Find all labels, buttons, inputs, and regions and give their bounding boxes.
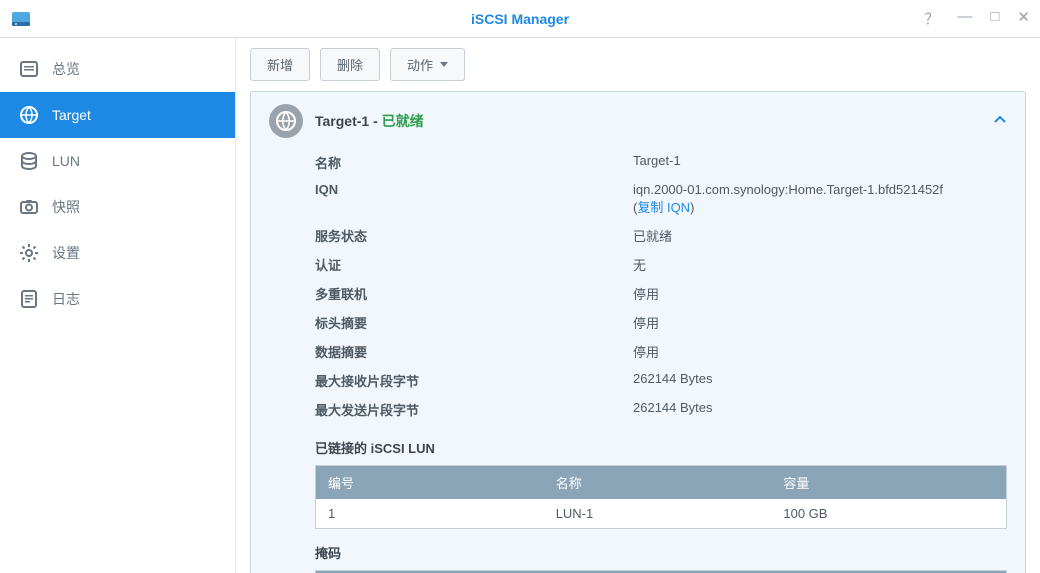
help-icon[interactable]: ？ [924, 8, 939, 29]
delete-button[interactable]: 删除 [320, 48, 380, 81]
field-label: 最大发送片段字节 [315, 400, 633, 419]
field-label: 认证 [315, 255, 633, 274]
cell: LUN-1 [544, 499, 772, 528]
col-header: 编号 [316, 466, 544, 499]
field-value: 262144 Bytes [633, 400, 1007, 419]
field-label: 数据摘要 [315, 342, 633, 361]
field-label: 标头摘要 [315, 313, 633, 332]
cell: 1 [316, 499, 544, 528]
sidebar-item-overview[interactable]: 总览 [0, 46, 235, 92]
field-label: IQN [315, 182, 633, 216]
app-icon [10, 8, 32, 30]
status-badge: 已就绪 [382, 113, 424, 129]
mask-section-title: 掩码 [315, 543, 1007, 562]
close-icon[interactable]: ✕ [1017, 8, 1030, 29]
main: 总览 Target LUN 快照 设置 [0, 38, 1040, 573]
cell: 100 GB [771, 499, 1006, 528]
copy-iqn-link[interactable]: 复制 IQN [637, 200, 690, 215]
sidebar-item-label: 快照 [52, 197, 80, 217]
sidebar-item-lun[interactable]: LUN [0, 138, 235, 184]
sidebar: 总览 Target LUN 快照 设置 [0, 38, 236, 573]
sidebar-item-settings[interactable]: 设置 [0, 230, 235, 276]
lun-section-title: 已链接的 iSCSI LUN [315, 438, 1007, 457]
col-header: 容量 [771, 466, 1006, 499]
field-value: 262144 Bytes [633, 371, 1007, 390]
sidebar-item-label: 日志 [52, 289, 80, 309]
target-icon [18, 104, 40, 126]
field-label: 名称 [315, 153, 633, 172]
sidebar-item-label: LUN [52, 153, 80, 169]
field-value: 无 [633, 255, 1007, 274]
table-row[interactable]: 1 LUN-1 100 GB [316, 499, 1006, 528]
lun-table: 编号 名称 容量 1 LUN-1 100 GB [315, 465, 1007, 529]
panel-title: Target-1 - 已就绪 [315, 111, 424, 131]
details: 名称Target-1 IQN iqn.2000-01.com.synology:… [269, 138, 1007, 573]
maximize-icon[interactable]: □ [990, 8, 999, 29]
content: 新增 删除 动作 Target-1 - 已就绪 [236, 38, 1040, 573]
field-value: 停用 [633, 313, 1007, 332]
app-title: iSCSI Manager [471, 11, 569, 27]
globe-icon [269, 104, 303, 138]
action-button[interactable]: 动作 [390, 48, 465, 81]
collapse-icon[interactable] [993, 113, 1007, 130]
chevron-down-icon [440, 62, 448, 67]
action-button-label: 动作 [407, 55, 433, 74]
sidebar-item-label: 总览 [52, 59, 80, 79]
field-label: 最大接收片段字节 [315, 371, 633, 390]
toolbar: 新增 删除 动作 [250, 48, 1026, 81]
field-value: 停用 [633, 342, 1007, 361]
window-controls: ？ — □ ✕ [924, 8, 1030, 29]
panel-header: Target-1 - 已就绪 [269, 104, 1007, 138]
minimize-icon[interactable]: — [957, 8, 972, 29]
overview-icon [18, 58, 40, 80]
sidebar-item-log[interactable]: 日志 [0, 276, 235, 322]
col-header: 名称 [544, 466, 772, 499]
target-name: Target-1 [315, 113, 369, 129]
table-header: 编号 名称 容量 [316, 466, 1006, 499]
iqn-value: iqn.2000-01.com.synology:Home.Target-1.b… [633, 182, 943, 197]
sidebar-item-label: 设置 [52, 243, 80, 263]
field-value: iqn.2000-01.com.synology:Home.Target-1.b… [633, 182, 1007, 216]
field-value: Target-1 [633, 153, 1007, 172]
gear-icon [18, 242, 40, 264]
field-value: 停用 [633, 284, 1007, 303]
titlebar: iSCSI Manager ？ — □ ✕ [0, 0, 1040, 38]
sidebar-item-snapshot[interactable]: 快照 [0, 184, 235, 230]
target-panel: Target-1 - 已就绪 名称Target-1 IQN iqn.2000-0… [250, 91, 1026, 573]
log-icon [18, 288, 40, 310]
field-label: 多重联机 [315, 284, 633, 303]
new-button[interactable]: 新增 [250, 48, 310, 81]
field-label: 服务状态 [315, 226, 633, 245]
sidebar-item-target[interactable]: Target [0, 92, 235, 138]
snapshot-icon [18, 196, 40, 218]
lun-icon [18, 150, 40, 172]
sidebar-item-label: Target [52, 107, 91, 123]
field-value: 已就绪 [633, 226, 1007, 245]
